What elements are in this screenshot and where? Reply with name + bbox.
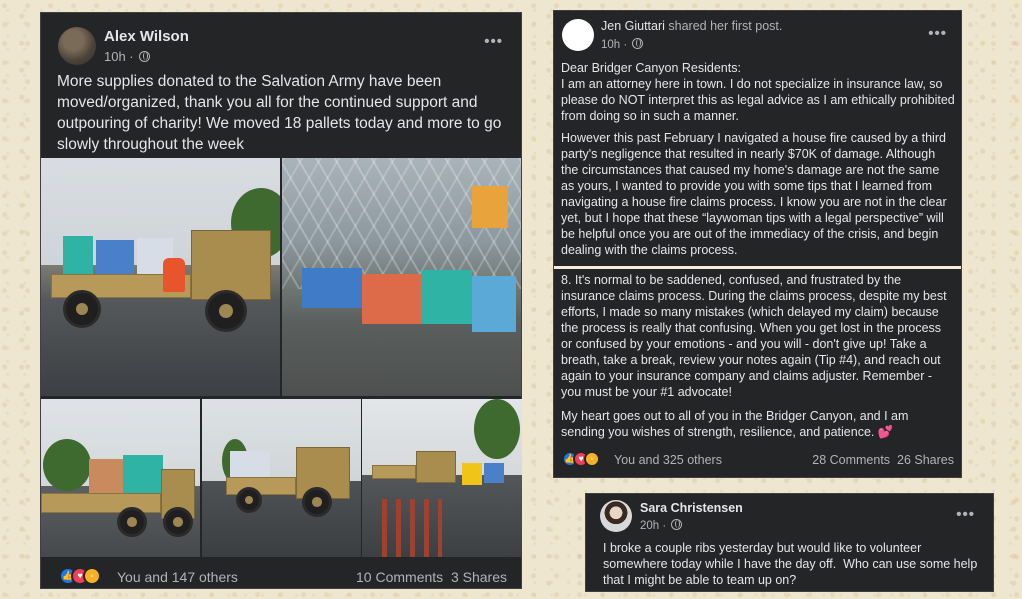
reaction-icons[interactable]: 👍 ♥ ◦ xyxy=(59,567,101,588)
wow-reaction-icon: ◦ xyxy=(83,567,101,585)
fence xyxy=(382,499,442,557)
comment-share-counts: 10 Comments 3 Shares xyxy=(356,569,507,585)
reaction-count[interactable]: You and 147 others xyxy=(117,569,238,585)
reaction-icons[interactable]: 👍 ♥ ◦ xyxy=(562,451,600,470)
avatar[interactable] xyxy=(562,19,594,51)
post-photo[interactable] xyxy=(282,158,521,396)
globe-icon xyxy=(139,51,151,62)
wheel xyxy=(117,507,147,537)
globe-icon xyxy=(671,519,683,530)
pallet xyxy=(362,274,422,324)
truck-bed xyxy=(372,465,416,479)
person xyxy=(163,258,185,292)
post-paragraph: My heart goes out to all of you in the B… xyxy=(561,409,909,439)
wheel xyxy=(205,290,247,332)
wheel xyxy=(63,290,101,328)
care-reaction-icon: ◦ xyxy=(584,451,600,467)
comments-link[interactable]: 28 Comments xyxy=(812,453,890,467)
avatar[interactable] xyxy=(58,27,96,65)
post-paragraph: However this past February I navigated a… xyxy=(561,131,947,257)
pallet xyxy=(422,270,472,324)
banner xyxy=(472,186,508,228)
more-options-icon[interactable]: ••• xyxy=(484,33,503,50)
pallet xyxy=(123,455,163,493)
post-author[interactable]: Jen Giuttari xyxy=(601,19,665,33)
post-timestamp[interactable]: 20h · xyxy=(640,519,683,532)
avatar[interactable] xyxy=(600,500,632,532)
post-card-alex-wilson: Alex Wilson 10h · ••• More supplies dona… xyxy=(40,12,522,589)
truck-bed xyxy=(41,493,161,513)
truck-cab xyxy=(191,230,271,300)
comments-link[interactable]: 10 Comments xyxy=(356,569,443,585)
post-text: 8. It's normal to be saddened, confused,… xyxy=(561,272,955,448)
post-author[interactable]: Sara Christensen xyxy=(640,501,743,515)
post-timestamp[interactable]: 10h · xyxy=(104,49,151,64)
screenshot-divider xyxy=(554,266,961,269)
pallet xyxy=(484,463,504,483)
pallet xyxy=(230,451,270,477)
comment-share-counts: 28 Comments 26 Shares xyxy=(812,453,954,467)
more-options-icon[interactable]: ••• xyxy=(928,25,947,42)
post-photo[interactable] xyxy=(41,399,200,557)
forklift xyxy=(462,463,482,485)
truck-bed xyxy=(226,477,296,495)
wheel xyxy=(163,507,193,537)
tree xyxy=(474,399,520,459)
shares-link[interactable]: 3 Shares xyxy=(451,569,507,585)
tree xyxy=(43,439,91,491)
post-text: More supplies donated to the Salvation A… xyxy=(57,73,502,153)
pallet xyxy=(472,276,516,332)
reaction-count[interactable]: You and 325 others xyxy=(614,453,722,467)
truck-cab xyxy=(416,451,456,483)
shares-link[interactable]: 26 Shares xyxy=(897,453,954,467)
post-text: I broke a couple ribs yesterday but woul… xyxy=(603,541,981,587)
two-hearts-icon: 💕 xyxy=(877,425,894,439)
globe-icon xyxy=(632,38,644,49)
post-photo[interactable] xyxy=(41,158,280,396)
post-paragraph: Dear Bridger Canyon Residents: I am an a… xyxy=(561,61,955,123)
post-header: Jen Giuttari shared her first post. xyxy=(601,19,782,33)
post-photo[interactable] xyxy=(202,399,361,557)
post-text: Dear Bridger Canyon Residents: I am an a… xyxy=(561,60,955,264)
more-options-icon[interactable]: ••• xyxy=(956,506,975,523)
post-timestamp[interactable]: 10h · xyxy=(601,38,644,51)
post-action: shared her first post. xyxy=(668,19,783,33)
post-paragraph: 8. It's normal to be saddened, confused,… xyxy=(561,273,947,399)
wheel xyxy=(236,487,262,513)
pallet xyxy=(63,236,93,274)
pallet xyxy=(96,240,134,274)
post-photo[interactable] xyxy=(362,399,522,557)
post-author[interactable]: Alex Wilson xyxy=(104,28,189,45)
pallet xyxy=(302,268,362,308)
post-card-jen-giuttari: Jen Giuttari shared her first post. 10h … xyxy=(553,10,962,478)
post-card-sara-christensen: Sara Christensen 20h · ••• I broke a cou… xyxy=(585,493,994,592)
wheel xyxy=(302,487,332,517)
